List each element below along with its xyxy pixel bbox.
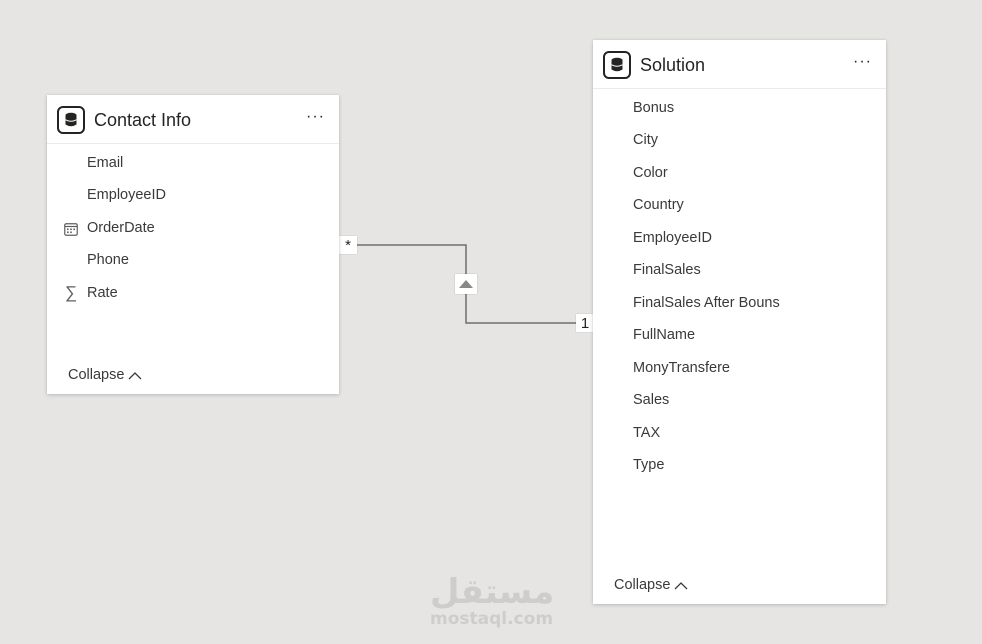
field-orderdate[interactable]: OrderDate <box>87 220 155 236</box>
collapse-button[interactable]: Collapse <box>68 367 142 383</box>
watermark-arabic: مستقل <box>430 572 555 612</box>
table-title: Solution <box>640 55 706 75</box>
table-title: Contact Info <box>94 110 192 130</box>
field-sales[interactable]: Sales <box>633 392 669 408</box>
field-fullname[interactable]: FullName <box>633 327 695 343</box>
chevron-up-icon <box>674 581 688 589</box>
field-finalsales[interactable]: FinalSales <box>633 262 701 278</box>
triangle-up-icon <box>459 280 473 288</box>
table-icon <box>57 106 85 134</box>
field-color[interactable]: Color <box>633 165 668 181</box>
table-card-solution[interactable]: Solution ··· Bonus City Color Country Em… <box>593 40 886 604</box>
field-monytransfere[interactable]: MonyTransfere <box>633 360 730 376</box>
field-phone[interactable]: Phone <box>87 252 129 268</box>
field-city[interactable]: City <box>633 132 658 148</box>
many-side-marker: * <box>339 236 357 254</box>
field-email[interactable]: Email <box>87 155 123 171</box>
table-icon <box>603 51 631 79</box>
table-card-contact-info[interactable]: Contact Info ··· Email EmployeeID OrderD… <box>47 95 339 394</box>
field-employeeid[interactable]: EmployeeID <box>87 187 166 203</box>
one-side-marker: 1 <box>576 314 594 332</box>
collapse-label: Collapse <box>68 367 125 383</box>
cross-filter-direction[interactable] <box>455 274 477 294</box>
collapse-button[interactable]: Collapse <box>614 577 688 593</box>
field-finalsales-after-bouns[interactable]: FinalSales After Bouns <box>633 295 780 311</box>
card-header[interactable]: Solution ··· <box>593 40 886 89</box>
watermark: مستقل mostaql.com <box>430 572 555 629</box>
more-options-button[interactable]: ··· <box>306 109 325 125</box>
watermark-latin: mostaql.com <box>430 609 554 629</box>
calendar-icon <box>63 221 79 237</box>
field-country[interactable]: Country <box>633 197 684 213</box>
field-tax[interactable]: TAX <box>633 425 660 441</box>
collapse-label: Collapse <box>614 577 671 593</box>
field-type[interactable]: Type <box>633 457 664 473</box>
field-bonus[interactable]: Bonus <box>633 100 674 116</box>
field-rate[interactable]: Rate <box>87 285 118 301</box>
sigma-icon: ∑ <box>64 283 78 302</box>
card-header[interactable]: Contact Info ··· <box>47 95 339 144</box>
chevron-up-icon <box>128 371 142 379</box>
field-employeeid[interactable]: EmployeeID <box>633 230 712 246</box>
more-options-button[interactable]: ··· <box>853 54 872 70</box>
